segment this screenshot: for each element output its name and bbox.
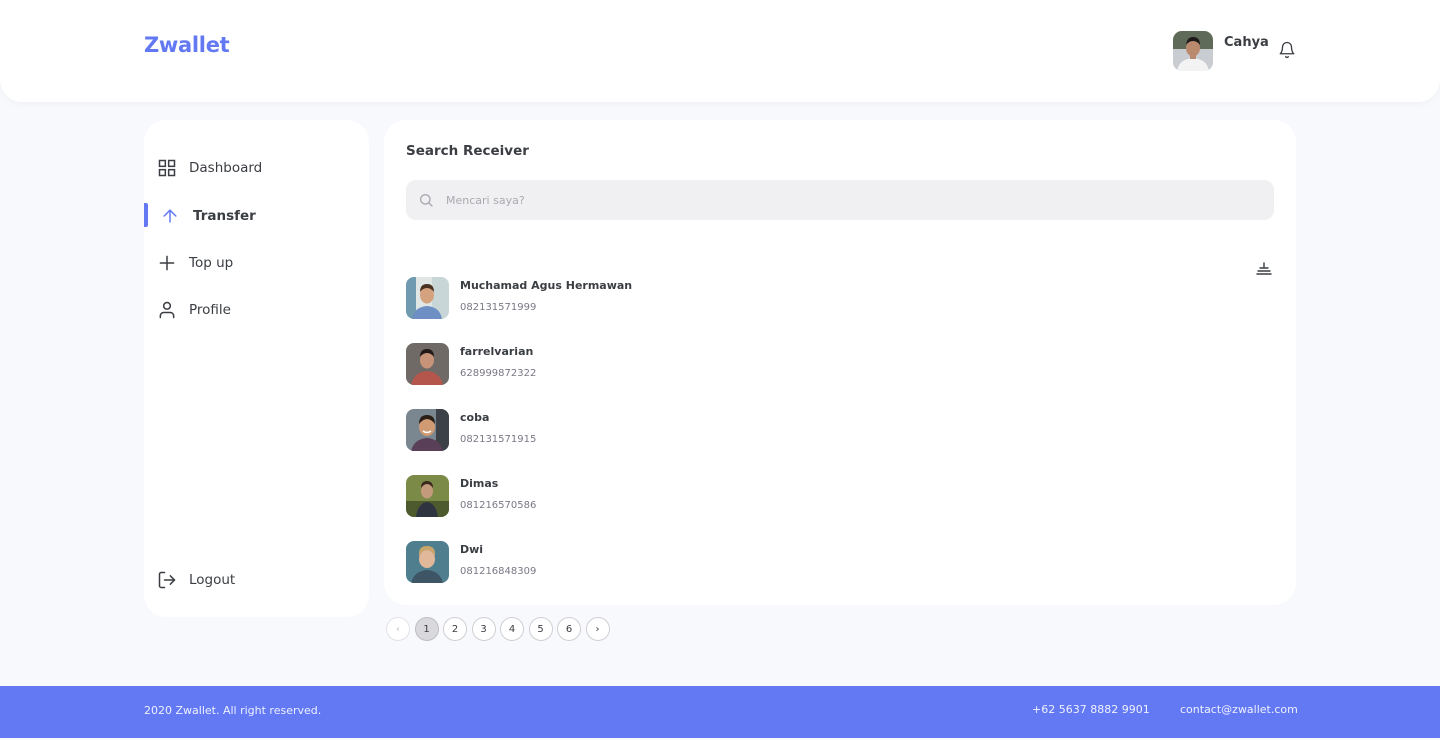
list-item[interactable]: Dimas 081216570586: [406, 475, 1006, 518]
footer: 2020 Zwallet. All right reserved. +62 56…: [0, 686, 1440, 738]
user-name: Cahya: [1224, 35, 1269, 50]
search-bar[interactable]: [406, 180, 1274, 220]
sidebar: Dashboard Transfer Top up Profile Logout: [144, 120, 369, 617]
page-button[interactable]: 5: [528, 617, 553, 641]
avatar: [406, 343, 449, 385]
search-receiver-panel: Search Receiver Muchama: [384, 120, 1296, 605]
list-item[interactable]: coba 082131571915: [406, 409, 1006, 452]
bell-icon[interactable]: [1278, 41, 1296, 59]
plus-icon: [157, 253, 177, 273]
contact-phone: 082131571999: [460, 302, 537, 313]
sidebar-item-label: Transfer: [193, 208, 256, 224]
user-icon: [157, 300, 177, 320]
page-button[interactable]: 6: [557, 617, 581, 641]
active-indicator: [144, 203, 148, 227]
pagination: ‹ 1 2 3 4 5 6 ›: [386, 617, 610, 641]
search-input[interactable]: [446, 180, 1256, 220]
sidebar-item-profile[interactable]: Profile: [144, 297, 369, 323]
sidebar-item-dashboard[interactable]: Dashboard: [144, 155, 369, 181]
next-page-button[interactable]: ›: [585, 617, 610, 641]
contact-phone: 082131571915: [460, 434, 537, 445]
contact-phone: 628999872322: [460, 368, 537, 379]
page-button[interactable]: 4: [500, 617, 524, 641]
contact-phone: 081216570586: [460, 500, 537, 511]
contact-name: Dimas: [460, 477, 499, 490]
list-item[interactable]: farrelvarian 628999872322: [406, 343, 1006, 386]
avatar: [406, 277, 449, 319]
contact-phone: 081216848309: [460, 566, 537, 577]
logout-icon: [157, 570, 177, 590]
contact-name: Muchamad Agus Hermawan: [460, 279, 633, 292]
sidebar-item-label: Dashboard: [189, 160, 263, 176]
copyright-text: 2020 Zwallet. All right reserved.: [144, 704, 322, 717]
sidebar-item-label: Top up: [189, 255, 234, 271]
page-button[interactable]: 2: [443, 617, 467, 641]
logout-label: Logout: [189, 572, 236, 588]
list-item[interactable]: Dwi 081216848309: [406, 541, 1006, 584]
page-button[interactable]: 1: [414, 617, 439, 641]
contact-name: Dwi: [460, 543, 484, 556]
avatar: [406, 475, 449, 517]
logout-button[interactable]: Logout: [144, 567, 369, 593]
avatar: [406, 541, 449, 583]
contact-name: farrelvarian: [460, 345, 534, 358]
grid-icon: [157, 158, 177, 178]
top-header: Zwallet Cahya: [0, 0, 1440, 102]
brand-logo[interactable]: Zwallet: [144, 33, 230, 57]
sidebar-item-top-up[interactable]: Top up: [144, 250, 369, 276]
sidebar-item-transfer[interactable]: Transfer: [144, 203, 369, 229]
sort-icon[interactable]: [1256, 261, 1272, 275]
user-avatar[interactable]: [1173, 31, 1213, 71]
footer-phone: +62 5637 8882 9901: [1032, 703, 1150, 716]
search-icon: [418, 192, 434, 208]
list-item[interactable]: Muchamad Agus Hermawan 082131571999: [406, 277, 1006, 320]
prev-page-button[interactable]: ‹: [386, 617, 410, 641]
contact-name: coba: [460, 411, 490, 424]
page-title: Search Receiver: [406, 143, 529, 159]
avatar: [406, 409, 449, 451]
page-button[interactable]: 3: [471, 617, 496, 641]
arrow-up-icon: [160, 206, 180, 226]
sidebar-item-label: Profile: [189, 302, 231, 318]
footer-email[interactable]: contact@zwallet.com: [1180, 703, 1298, 716]
